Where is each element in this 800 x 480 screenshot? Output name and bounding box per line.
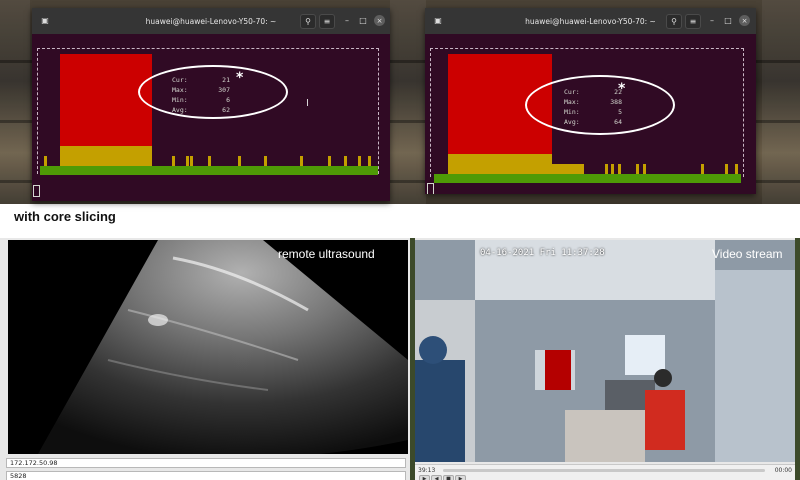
ambulance-interior-scene [415,240,795,462]
text-cursor [427,183,434,194]
cpu-usage-bar-avg [448,154,552,174]
usage-tick [368,156,371,166]
terminal-icon[interactable]: ▣ [38,14,52,27]
video-panel: 04-16-2021 Fri 11:37:28 Video stream 39:… [410,238,800,480]
video-stream-image [415,240,795,462]
section-caption: with core slicing [14,209,116,224]
maximize-icon[interactable]: □ [721,14,735,27]
port-field[interactable]: 5828 [6,471,406,480]
usage-tick [208,156,211,166]
minimize-icon[interactable]: – [340,14,354,27]
terminal-titlebar[interactable]: ▣ huawei@huawei-Lenovo-Y50-70: ~ ⚲ ≡ – □… [425,8,756,34]
usage-tick [611,164,614,174]
end-time: 00:00 [774,467,792,474]
cpu-usage-bar-avg [60,146,152,166]
close-icon[interactable]: × [374,15,385,26]
cpu-usage-bar-max [60,54,152,146]
close-icon[interactable]: × [739,15,750,26]
search-icon[interactable]: ⚲ [300,14,316,29]
usage-tick [300,156,303,166]
ultrasound-image [8,240,408,454]
usage-tick [186,156,189,166]
highlight-ellipse [138,65,288,119]
usage-tick [44,156,47,166]
asterisk-marker: * [618,81,626,97]
ip-address-field[interactable]: 172.172.50.98 [6,458,406,468]
mouse-ibeam-icon: I [306,98,309,109]
cpu-usage-bar-tail [552,164,584,174]
usage-tick [636,164,639,174]
usage-tick [190,156,193,166]
cpu-usage-baseline [434,174,741,183]
usage-tick [735,164,738,174]
window-title: huawei@huawei-Lenovo-Y50-70: ~ [525,16,656,26]
usage-tick [643,164,646,174]
video-seekbar[interactable]: 39:13 00:00 ▶ ◀ ■ ▶ [415,464,795,480]
seek-track[interactable] [443,469,765,472]
elapsed-time: 39:13 [418,467,436,474]
highlight-ellipse [525,75,675,135]
usage-tick [605,164,608,174]
menu-icon[interactable]: ≡ [319,14,335,29]
menu-icon[interactable]: ≡ [685,14,701,29]
maximize-icon[interactable]: □ [356,14,370,27]
terminal-window-1[interactable]: ▣ huawei@huawei-Lenovo-Y50-70: ~ ⚲ ≡ – □… [32,8,390,201]
terminal-window-2[interactable]: ▣ huawei@huawei-Lenovo-Y50-70: ~ ⚲ ≡ – □… [425,8,756,194]
usage-tick [618,164,621,174]
stop-button[interactable]: ■ [443,475,454,480]
asterisk-marker: * [236,70,244,86]
video-stream-label: Video stream [712,247,783,261]
usage-tick [172,156,175,166]
ultrasound-panel: remote ultrasound 172.172.50.98 5828 [0,238,410,480]
usage-tick [264,156,267,166]
usage-tick [238,156,241,166]
search-icon[interactable]: ⚲ [666,14,682,29]
play-button[interactable]: ▶ [419,475,430,480]
terminal-titlebar[interactable]: ▣ huawei@huawei-Lenovo-Y50-70: ~ ⚲ ≡ – □… [32,8,390,34]
usage-tick [328,156,331,166]
ultrasound-label: remote ultrasound [278,247,375,261]
usage-tick [344,156,347,166]
usage-tick [701,164,704,174]
text-cursor [33,185,40,197]
next-button[interactable]: ▶ [455,475,466,480]
terminal-icon[interactable]: ▣ [431,14,445,27]
prev-button[interactable]: ◀ [431,475,442,480]
usage-tick [725,164,728,174]
usage-tick [358,156,361,166]
video-timestamp: 04-16-2021 Fri 11:37:28 [480,248,605,258]
ultrasound-scan [38,240,408,454]
window-title: huawei@huawei-Lenovo-Y50-70: ~ [145,16,277,26]
cpu-usage-baseline [40,166,378,175]
minimize-icon[interactable]: – [705,14,719,27]
window-edge [795,238,800,480]
